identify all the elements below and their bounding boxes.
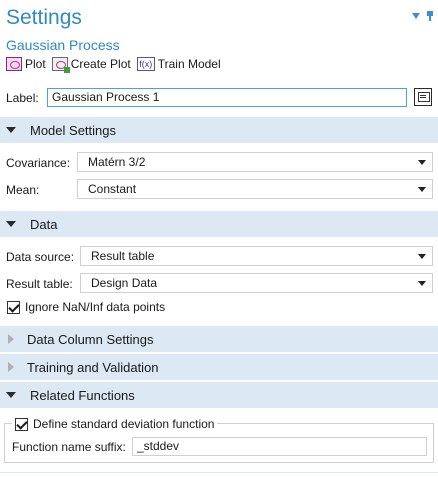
covariance-label: Covariance: [6,156,71,170]
train-model-button-label: Train Model [157,57,221,71]
create-plot-button[interactable]: Create Plot [51,57,131,73]
data-source-label: Data source: [6,250,75,264]
page-title: Settings [6,6,82,29]
covariance-value: Matérn 3/2 [88,155,146,169]
section-title: Related Functions [30,387,135,403]
mean-select[interactable]: Constant [77,179,433,199]
define-std-checkbox[interactable] [15,417,28,431]
collapsed-arrow-icon [8,362,14,372]
dropdown-caret-icon [418,281,426,286]
suffix-input[interactable]: _stddev [132,437,427,456]
pin-icon[interactable] [426,11,434,21]
plot-button-label: Plot [25,57,46,71]
ignore-nan-label: Ignore NaN/Inf data points [25,300,166,314]
chevron-down-icon[interactable] [412,13,420,19]
label-row: Label: Gaussian Process 1 [6,88,434,108]
dropdown-caret-icon [418,187,426,192]
data-source-select[interactable]: Result table [80,246,433,266]
plot-button[interactable]: Plot [6,57,46,71]
section-related-functions[interactable]: Related Functions [0,382,438,408]
expanded-arrow-icon [6,392,16,398]
section-title: Data [30,216,58,232]
ignore-nan-checkbox[interactable] [7,301,20,314]
define-std-label: Define standard deviation function [33,417,215,431]
label-edit-icon[interactable] [414,88,432,106]
expanded-arrow-icon [6,127,16,133]
collapsed-arrow-icon [8,334,14,344]
create-plot-button-label: Create Plot [70,57,131,71]
expanded-arrow-icon [6,221,16,227]
mean-value: Constant [88,182,137,196]
label-field-label: Label: [6,91,39,105]
section-model-settings[interactable]: Model Settings [0,117,438,143]
result-table-label: Result table: [6,277,73,291]
section-data-column-settings[interactable]: Data Column Settings [0,326,438,352]
section-title: Training and Validation [27,359,159,375]
toolbar: Plot Create Plot f(x) Train Model [6,56,221,73]
title-controls [412,11,434,21]
data-source-value: Result table [91,249,155,263]
create-plot-icon [51,57,70,73]
function-icon: f(x) [136,57,155,71]
suffix-label: Function name suffix: [12,440,126,454]
section-training-validation[interactable]: Training and Validation [0,354,438,380]
section-title: Data Column Settings [27,331,154,347]
train-model-button[interactable]: f(x) Train Model [136,57,221,71]
plot-icon [6,57,22,71]
result-table-value: Design Data [91,276,158,290]
covariance-select[interactable]: Matérn 3/2 [77,152,433,172]
node-type-subtitle: Gaussian Process [6,37,120,53]
dropdown-caret-icon [418,254,426,259]
std-function-group-title: Define standard deviation function [12,417,218,431]
label-input[interactable]: Gaussian Process 1 [47,88,407,107]
result-table-select[interactable]: Design Data [80,273,433,293]
section-title: Model Settings [30,122,116,138]
dropdown-caret-icon [418,160,426,165]
section-data[interactable]: Data [0,211,438,237]
mean-label: Mean: [6,183,40,197]
bottom-divider [0,472,438,473]
